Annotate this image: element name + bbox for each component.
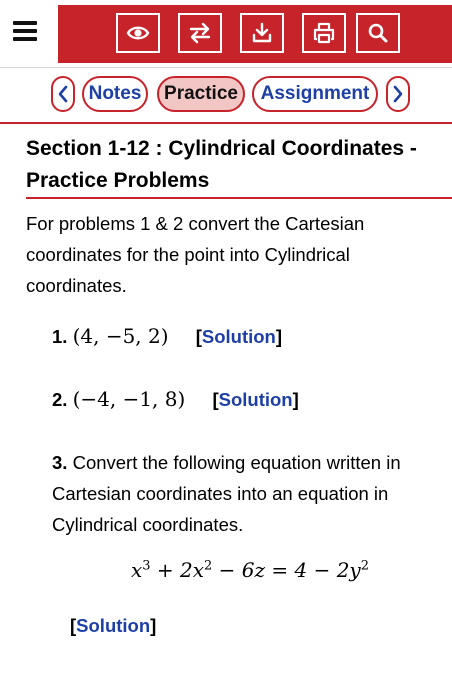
chevron-left-icon[interactable]: [51, 76, 75, 112]
tab-assignment[interactable]: Assignment: [252, 76, 378, 112]
solution-link[interactable]: Solution: [219, 389, 293, 410]
divider: [0, 122, 452, 124]
download-icon[interactable]: [240, 13, 284, 53]
problem-number: 3.: [52, 452, 68, 473]
problem-3: 3. Convert the following equation writte…: [52, 447, 438, 540]
solution-link[interactable]: Solution: [202, 326, 276, 347]
problem-math: (−4, −1, 8): [72, 387, 186, 411]
tab-notes[interactable]: Notes: [82, 76, 148, 112]
problem-number: 2.: [52, 389, 68, 410]
search-icon[interactable]: [356, 13, 400, 53]
solution-link[interactable]: Solution: [76, 615, 150, 636]
page-tabs: Notes Practice Assignment: [0, 70, 452, 120]
menu-icon[interactable]: [8, 18, 44, 50]
print-icon[interactable]: [302, 13, 346, 53]
tab-practice[interactable]: Practice: [157, 76, 245, 112]
toolbar-strip: [58, 5, 452, 63]
divider: [26, 197, 452, 199]
eq-term: − 6z = 4 − 2y: [212, 558, 361, 582]
eq-exponent: 2: [360, 558, 370, 574]
problem-1: 1. (4, −5, 2) [Solution]: [52, 321, 282, 352]
swap-icon[interactable]: [178, 13, 222, 53]
page-title: Section 1-12 : Cylindrical Coordinates -…: [26, 137, 417, 192]
eq-term: x: [130, 558, 143, 582]
intro-text: For problems 1 & 2 convert the Cartesian…: [26, 213, 365, 296]
problem-2: 2. (−4, −1, 8) [Solution]: [52, 384, 299, 415]
problem-number: 1.: [52, 326, 68, 347]
chevron-right-icon[interactable]: [386, 76, 410, 112]
eq-term: + 2x: [150, 558, 205, 582]
problem-equation: x3 + 2x2 − 6z = 4 − 2y2: [0, 558, 452, 582]
eye-icon[interactable]: [116, 13, 160, 53]
eq-exponent: 3: [142, 558, 151, 574]
solution-link-wrapper: [Solution]: [212, 389, 299, 410]
problem-math: (4, −5, 2): [72, 324, 169, 348]
problem-text: Convert the following equation written i…: [52, 452, 401, 535]
top-toolbar: [0, 0, 452, 68]
solution-link-wrapper: [Solution]: [70, 615, 157, 636]
divider: [0, 67, 452, 68]
solution-link-wrapper: [Solution]: [195, 326, 283, 347]
